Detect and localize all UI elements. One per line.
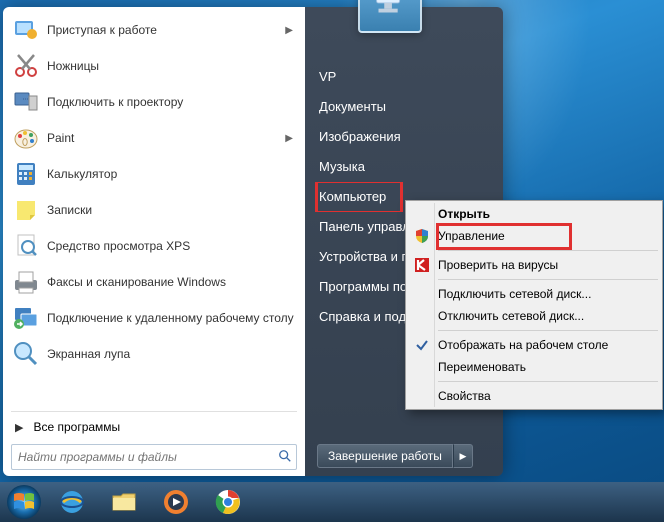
right-panel-user[interactable]: VP	[305, 62, 503, 92]
context-menu-label: Открыть	[434, 207, 654, 221]
context-menu-item[interactable]: Открыть	[408, 203, 660, 225]
context-menu: Открыть Управление Проверить на вирусы Подк…	[405, 200, 663, 410]
search-icon[interactable]	[274, 449, 296, 466]
start-menu-left-panel: Приступая к работе▶НожницыПодключить к п…	[3, 7, 305, 476]
context-menu-label: Управление	[434, 229, 654, 243]
context-menu-item[interactable]: Отображать на рабочем столе	[408, 334, 660, 356]
remote-icon	[11, 303, 41, 333]
getting-started-icon	[11, 15, 41, 45]
context-menu-item[interactable]: Проверить на вирусы	[408, 254, 660, 276]
context-menu-item[interactable]: Управление	[408, 225, 660, 247]
paint-icon	[11, 123, 41, 153]
xps-icon	[11, 231, 41, 261]
context-menu-item[interactable]: Переименовать	[408, 356, 660, 378]
program-calculator[interactable]: Калькулятор	[3, 156, 305, 192]
check-icon	[410, 335, 434, 355]
shutdown-group: Завершение работы ▶	[317, 444, 473, 468]
all-programs-label: Все программы	[33, 420, 120, 434]
user-picture[interactable]	[358, 0, 422, 33]
program-label: Экранная лупа	[47, 347, 297, 361]
program-sticky[interactable]: Записки	[3, 192, 305, 228]
context-menu-separator	[438, 330, 658, 331]
taskbar-explorer[interactable]	[100, 485, 148, 519]
program-getting-started[interactable]: Приступая к работе▶	[3, 12, 305, 48]
context-menu-item[interactable]: Свойства	[408, 385, 660, 407]
program-remote[interactable]: Подключение к удаленному рабочему столу	[3, 300, 305, 336]
program-snipping[interactable]: Ножницы	[3, 48, 305, 84]
shutdown-options-arrow[interactable]: ▶	[453, 444, 473, 468]
program-fax[interactable]: Факсы и сканирование Windows	[3, 264, 305, 300]
context-menu-separator	[438, 381, 658, 382]
taskbar-ie[interactable]	[48, 485, 96, 519]
program-label: Подключение к удаленному рабочему столу	[47, 311, 297, 325]
search-input[interactable]	[12, 450, 274, 464]
program-paint[interactable]: Paint▶	[3, 120, 305, 156]
program-label: Paint	[47, 131, 285, 145]
blank-icon	[410, 306, 434, 326]
shutdown-button[interactable]: Завершение работы	[317, 444, 453, 468]
projector-icon	[11, 87, 41, 117]
sticky-icon	[11, 195, 41, 225]
all-programs-button[interactable]: ▶ Все программы	[3, 414, 305, 440]
kaspersky-icon	[410, 255, 434, 275]
context-menu-label: Отключить сетевой диск...	[434, 309, 654, 323]
snipping-icon	[11, 51, 41, 81]
program-label: Ножницы	[47, 59, 297, 73]
right-panel-documents[interactable]: Документы	[305, 92, 503, 122]
calculator-icon	[11, 159, 41, 189]
submenu-arrow-icon: ▶	[285, 133, 293, 144]
program-label: Приступая к работе	[47, 23, 285, 37]
program-label: Факсы и сканирование Windows	[47, 275, 297, 289]
program-magnifier[interactable]: Экранная лупа	[3, 336, 305, 372]
shield-icon	[410, 226, 434, 246]
program-label: Записки	[47, 203, 297, 217]
search-box[interactable]	[11, 444, 297, 470]
program-projector[interactable]: Подключить к проектору	[3, 84, 305, 120]
right-panel-music[interactable]: Музыка	[305, 152, 503, 182]
triangle-right-icon: ▶	[15, 421, 23, 434]
context-menu-label: Проверить на вирусы	[434, 258, 654, 272]
blank-icon	[410, 357, 434, 377]
program-label: Подключить к проектору	[47, 95, 297, 109]
context-menu-item[interactable]: Подключить сетевой диск...	[408, 283, 660, 305]
start-button[interactable]	[4, 482, 44, 522]
context-menu-separator	[438, 250, 658, 251]
context-menu-label: Отображать на рабочем столе	[434, 338, 654, 352]
taskbar-media-player[interactable]	[152, 485, 200, 519]
taskbar-chrome[interactable]	[204, 485, 252, 519]
fax-icon	[11, 267, 41, 297]
context-menu-item[interactable]: Отключить сетевой диск...	[408, 305, 660, 327]
context-menu-label: Переименовать	[434, 360, 654, 374]
context-menu-label: Подключить сетевой диск...	[434, 287, 654, 301]
blank-icon	[410, 284, 434, 304]
taskbar	[0, 482, 664, 522]
context-menu-label: Свойства	[434, 389, 654, 403]
program-xps[interactable]: Средство просмотра XPS	[3, 228, 305, 264]
blank-icon	[410, 386, 434, 406]
program-label: Калькулятор	[47, 167, 297, 181]
right-panel-pictures[interactable]: Изображения	[305, 122, 503, 152]
submenu-arrow-icon: ▶	[285, 25, 293, 36]
blank-icon	[410, 204, 434, 224]
program-label: Средство просмотра XPS	[47, 239, 297, 253]
magnifier-icon	[11, 339, 41, 369]
context-menu-separator	[438, 279, 658, 280]
